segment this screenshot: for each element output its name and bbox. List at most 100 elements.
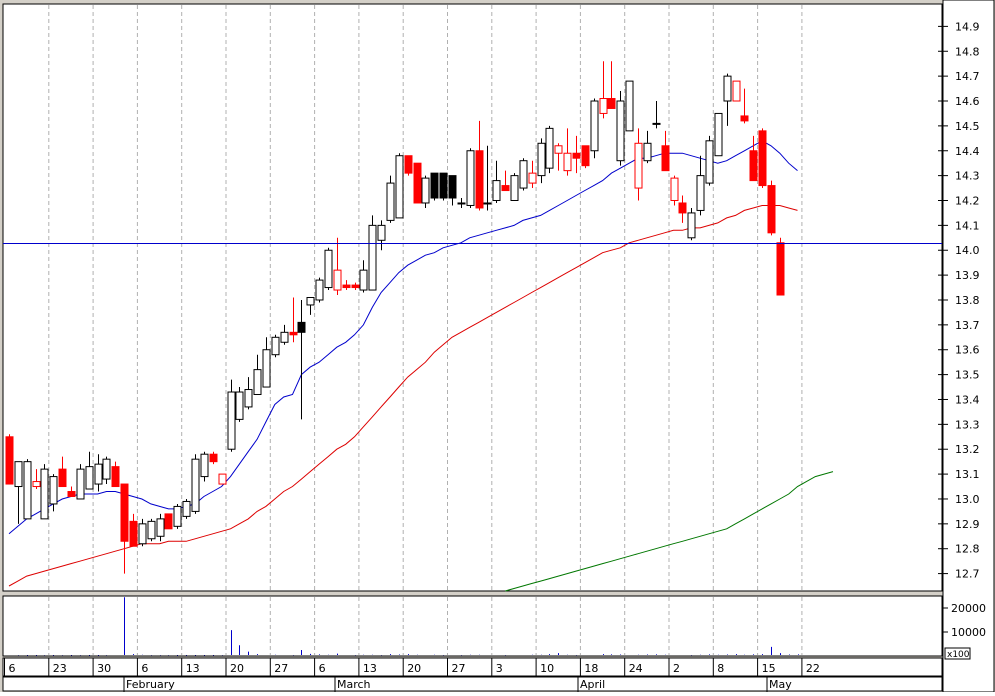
price-axis-label: 13.9 <box>955 269 980 282</box>
candle <box>687 207 696 241</box>
price-axis-label: 14.7 <box>955 70 980 83</box>
candle <box>40 464 49 520</box>
candle <box>173 503 182 529</box>
candle <box>758 128 767 189</box>
price-axis-label: 12.7 <box>955 568 980 581</box>
candle <box>519 158 528 191</box>
date-tick-label: 18 <box>584 662 598 675</box>
candle <box>767 180 776 236</box>
candle-body <box>740 115 749 122</box>
candle <box>413 162 422 204</box>
candle <box>147 518 156 542</box>
candle-body <box>395 155 404 219</box>
candle-body <box>519 160 528 189</box>
candle-body <box>723 75 732 102</box>
candle-body <box>607 98 616 109</box>
candle-body <box>297 321 306 333</box>
date-tick-label: 3 <box>496 662 503 675</box>
volume-panel <box>2 595 943 657</box>
price-axis-label: 13.5 <box>955 369 980 382</box>
candle-body <box>280 331 289 343</box>
candle-body <box>545 127 554 169</box>
candle-body <box>315 279 324 301</box>
candle <box>386 175 395 223</box>
candle-body <box>430 172 439 199</box>
date-tick-label: 20 <box>407 662 421 675</box>
candle <box>616 91 625 166</box>
candle-body <box>253 369 262 396</box>
candle <box>421 175 430 208</box>
candle <box>164 513 173 530</box>
candle-body <box>173 505 182 527</box>
volume-axis-label: 10000 <box>951 626 986 639</box>
candle <box>705 135 714 186</box>
candle-body <box>32 481 41 488</box>
candle-body <box>164 513 173 530</box>
price-axis-label: 14.2 <box>955 194 980 207</box>
candle-body <box>616 100 625 162</box>
candle-body <box>563 152 572 172</box>
candle-body <box>625 80 634 132</box>
candle-body <box>49 476 58 505</box>
candle-body <box>599 98 608 114</box>
price-axis-label: 14.5 <box>955 120 980 133</box>
candle-body <box>483 202 492 205</box>
candle-body <box>262 349 271 388</box>
candle-body <box>528 172 537 184</box>
candle <box>430 172 439 201</box>
candle-body <box>67 491 76 497</box>
date-tick-label: 13 <box>363 662 377 675</box>
candle <box>182 498 191 519</box>
candle-body <box>678 202 687 214</box>
candle <box>315 277 324 303</box>
date-tick-label: 2 <box>673 662 680 675</box>
candle <box>590 98 599 159</box>
candle <box>625 80 634 132</box>
candle-body <box>368 224 377 291</box>
candle-body <box>227 391 236 450</box>
date-tick-label: 20 <box>230 662 244 675</box>
candle-body <box>670 177 679 201</box>
candle-body <box>76 468 85 500</box>
price-axis-label: 12.9 <box>955 518 980 531</box>
candle-body <box>129 520 138 547</box>
price-axis-label: 13.6 <box>955 344 980 357</box>
candle-body <box>359 269 368 291</box>
price-axis-label: 13.4 <box>955 393 980 406</box>
candle <box>776 237 785 296</box>
candle <box>200 451 209 482</box>
candle-body <box>590 100 599 152</box>
price-axis-label: 13.7 <box>955 319 980 332</box>
candle-body <box>572 152 581 159</box>
price-axis-label: 13.8 <box>955 294 980 307</box>
candle-body <box>386 182 395 221</box>
candle-body <box>758 130 767 187</box>
candle-body <box>40 468 49 520</box>
candle-body <box>111 466 120 488</box>
candle-body <box>324 249 333 289</box>
candle-body <box>634 142 643 189</box>
candle-body <box>705 140 714 184</box>
month-label: February <box>126 678 175 691</box>
candle-body <box>661 145 670 172</box>
candle <box>581 145 590 169</box>
date-tick-label: 6 <box>141 662 148 675</box>
candle-body <box>510 175 519 201</box>
price-axis-label: 14.4 <box>955 145 980 158</box>
candle-body <box>5 436 14 485</box>
candle-body <box>492 180 501 201</box>
volume-multiplier-label: x100 <box>947 650 970 660</box>
price-axis-label: 14.6 <box>955 95 980 108</box>
chart-window: 14.9 14.8 14.7 14.6 14.5 14.4 14.3 14.2 14.1 14.0… <box>0 0 995 693</box>
candle <box>235 387 244 422</box>
candle-body <box>687 212 696 239</box>
candle <box>76 464 85 500</box>
candle-body <box>475 150 484 209</box>
price-axis-label: 13.1 <box>955 468 980 481</box>
volume-axis-label: 20000 <box>951 602 986 615</box>
candle-body <box>501 185 510 192</box>
candle-body <box>421 177 430 204</box>
candle-body <box>120 483 129 542</box>
candle-body <box>200 453 209 478</box>
month-label: April <box>580 678 605 691</box>
